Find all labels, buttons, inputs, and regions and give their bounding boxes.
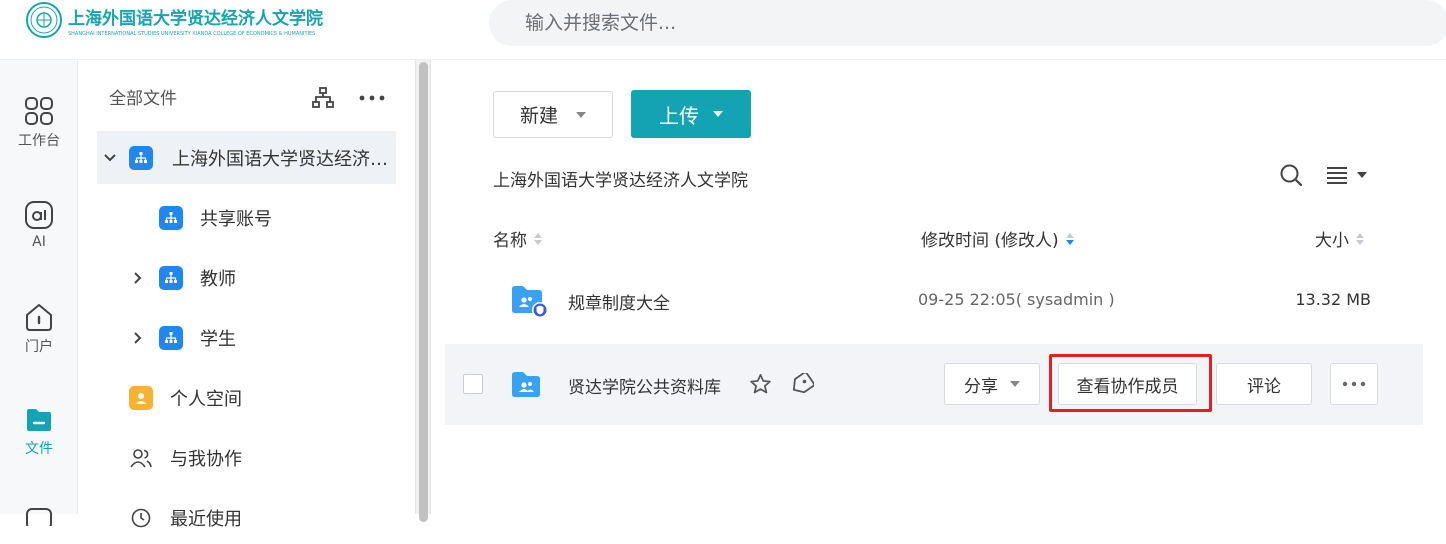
star-icon[interactable] — [749, 373, 772, 395]
sort-icon — [534, 232, 542, 245]
tree-item-college[interactable]: 上海外国语大学贤达经济人文学院 — [97, 131, 396, 184]
logo-cn-text: 上海外国语大学贤达经济人文学院 — [68, 8, 323, 29]
more-horizontal-icon[interactable] — [359, 94, 385, 102]
rail-item-more[interactable] — [0, 506, 78, 526]
file-size: 13.32 MB — [1295, 290, 1371, 309]
logo-en-text: SHANGHAI INTERNATIONAL STUDIES UNIVERSIT… — [68, 30, 316, 37]
search-input[interactable] — [489, 0, 1446, 46]
caret-down-icon — [1010, 381, 1020, 387]
shared-folder-icon — [512, 286, 548, 318]
more-actions-button[interactable] — [1330, 363, 1378, 405]
rail-label: 文件 — [25, 441, 53, 457]
tree-item-label: 与我协作 — [170, 448, 242, 470]
person-icon — [129, 385, 153, 410]
comment-button-label: 评论 — [1247, 376, 1281, 397]
chevron-right-icon[interactable] — [128, 331, 148, 345]
home-icon — [26, 304, 52, 331]
new-button[interactable]: 新建 — [493, 91, 613, 138]
caret-down-icon — [1357, 172, 1367, 178]
upload-button-label: 上传 — [659, 103, 699, 128]
rail-item-portal[interactable]: 门户 — [0, 302, 78, 356]
file-name[interactable]: 规章制度大全 — [568, 289, 670, 314]
tree-item-label: 个人空间 — [170, 388, 242, 410]
table-row[interactable]: 规章制度大全 09-25 22:05( sysadmin ) 13.32 MB — [445, 260, 1423, 341]
tree-item-label: 上海外国语大学贤达经济人文学院 — [172, 148, 390, 170]
tree-item-students[interactable]: 学生 — [97, 311, 396, 364]
tree-item-shared-accounts[interactable]: 共享账号 — [97, 191, 396, 244]
share-button-label: 分享 — [964, 376, 998, 397]
tree-item-label: 教师 — [200, 268, 236, 290]
share-button[interactable]: 分享 — [944, 363, 1040, 405]
search-icon[interactable] — [1279, 163, 1303, 187]
tag-icon[interactable] — [790, 373, 814, 395]
comment-button[interactable]: 评论 — [1216, 363, 1312, 405]
rail-item-ai[interactable]: AI — [0, 200, 78, 250]
tree-title: 全部文件 — [109, 89, 177, 109]
more-horizontal-icon — [1342, 381, 1366, 387]
file-modified: 09-25 22:05( sysadmin ) — [918, 290, 1115, 309]
tree-item-personal-space[interactable]: 个人空间 — [97, 371, 396, 424]
grid-icon — [25, 97, 53, 125]
tree-item-recent[interactable]: 最近使用 — [97, 491, 396, 544]
rail-item-workbench[interactable]: 工作台 — [0, 96, 78, 150]
org-icon — [159, 205, 183, 230]
upload-button[interactable]: 上传 — [631, 90, 751, 138]
row-checkbox[interactable] — [463, 374, 483, 394]
shared-folder-icon — [512, 372, 540, 397]
folder-icon — [27, 409, 51, 431]
tree-scrollbar-thumb[interactable] — [419, 62, 428, 522]
new-button-label: 新建 — [519, 105, 558, 127]
file-name[interactable]: 贤达学院公共资料库 — [568, 373, 721, 398]
clock-icon — [129, 507, 153, 529]
column-modified[interactable]: 修改时间 (修改人) — [921, 226, 1075, 251]
school-logo[interactable]: 上海外国语大学贤达经济人文学院 SHANGHAI INTERNATIONAL S… — [26, 2, 323, 38]
breadcrumb[interactable]: 上海外国语大学贤达经济人文学院 — [493, 166, 748, 191]
column-name[interactable]: 名称 — [493, 226, 543, 251]
users-icon — [129, 447, 153, 469]
column-size[interactable]: 大小 — [1315, 226, 1365, 251]
tree-scrollbar[interactable] — [415, 60, 431, 522]
sort-icon — [1356, 232, 1364, 245]
table-row[interactable]: 贤达学院公共资料库 分享 查看协作成员 评论 — [445, 344, 1423, 425]
column-name-label: 名称 — [493, 231, 527, 251]
chevron-down-icon[interactable] — [100, 153, 120, 163]
tree-item-label: 学生 — [200, 328, 236, 350]
top-bar: 上海外国语大学贤达经济人文学院 SHANGHAI INTERNATIONAL S… — [0, 0, 1446, 60]
column-modified-label: 修改时间 (修改人) — [921, 231, 1059, 251]
file-panel: 新建 上传 上海外国语大学贤达经济人文学院 名称 修改时间 (修改人) 大小 规… — [432, 60, 1446, 514]
view-members-button[interactable]: 查看协作成员 — [1058, 363, 1197, 405]
rail-item-files[interactable]: 文件 — [0, 406, 78, 458]
search-box[interactable] — [489, 0, 1446, 46]
folder-tree: 全部文件 上海外国语大学贤达经济人文学院 共享账号 教师 学生 个人空间 与我协… — [79, 60, 415, 530]
tree-item-teachers[interactable]: 教师 — [97, 251, 396, 304]
logo-seal-icon — [26, 2, 62, 38]
rail-label: 门户 — [25, 339, 53, 355]
column-size-label: 大小 — [1315, 231, 1349, 251]
chevron-right-icon[interactable] — [128, 271, 148, 285]
sort-desc-icon — [1065, 232, 1074, 245]
ai-icon — [25, 201, 53, 229]
view-mode-toggle[interactable] — [1327, 166, 1367, 184]
org-icon — [159, 325, 183, 350]
tree-item-label: 共享账号 — [200, 208, 272, 230]
rail-label: AI — [32, 234, 46, 250]
tree-item-label: 最近使用 — [170, 508, 242, 530]
box-icon — [26, 508, 52, 526]
view-members-button-label: 查看协作成员 — [1076, 376, 1179, 397]
rail-label: 工作台 — [18, 133, 60, 149]
caret-down-icon — [713, 111, 723, 117]
list-view-icon — [1327, 167, 1347, 184]
app-rail: 工作台 AI 门户 文件 — [0, 60, 78, 526]
org-chart-icon[interactable] — [311, 86, 335, 110]
caret-down-icon — [576, 111, 586, 118]
tree-item-shared-with-me[interactable]: 与我协作 — [97, 431, 396, 484]
org-icon — [159, 265, 183, 290]
org-icon — [129, 145, 153, 170]
